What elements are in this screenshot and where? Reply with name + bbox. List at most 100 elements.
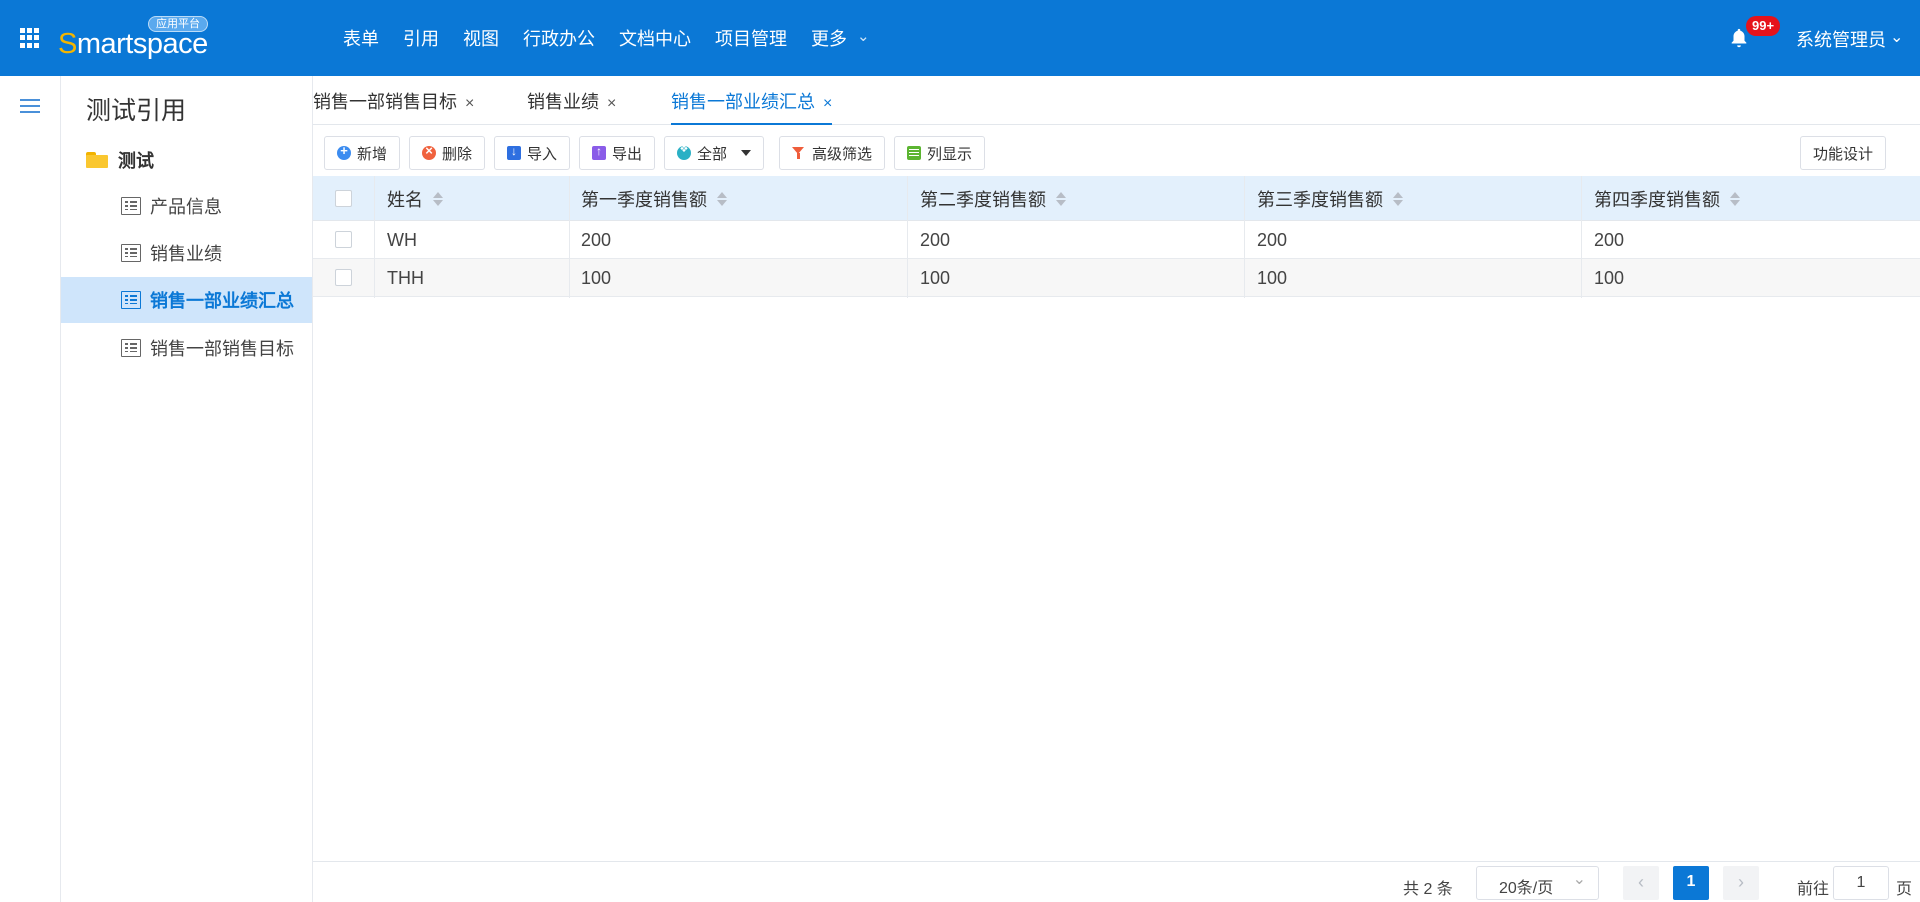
column-divider xyxy=(1244,176,1245,298)
tree-item-label: 销售一部业绩汇总 xyxy=(150,291,294,311)
sort-icon[interactable] xyxy=(1392,191,1404,207)
cell-q4: 100 xyxy=(1594,267,1625,288)
cell-q1: 100 xyxy=(581,267,612,288)
column-header-q1[interactable]: 第一季度销售额 xyxy=(581,176,728,221)
add-label: 新增 xyxy=(357,145,388,163)
cell-q3: 200 xyxy=(1257,229,1288,250)
toolbar: 新增 删除 导入 导出 全部 高级筛选 列显示 功能设计 xyxy=(313,136,1920,174)
column-title: 姓名 xyxy=(387,189,423,210)
sort-icon[interactable] xyxy=(432,191,444,207)
table-row[interactable]: WH 200 200 200 200 xyxy=(313,221,1920,259)
tree-item-label: 产品信息 xyxy=(150,197,222,217)
list-icon xyxy=(121,197,141,215)
column-header-q2[interactable]: 第二季度销售额 xyxy=(920,176,1067,221)
tab-dept1-targets[interactable]: 销售一部销售目标 × xyxy=(313,88,474,125)
tab-sales-performance[interactable]: 销售业绩 × xyxy=(527,88,616,125)
nav-item-view[interactable]: 视图 xyxy=(463,25,499,51)
top-nav: 表单 引用 视图 行政办公 文档中心 项目管理 更多 xyxy=(343,0,894,76)
scope-icon xyxy=(677,144,691,160)
column-divider xyxy=(1581,176,1582,298)
nav-item-document-center[interactable]: 文档中心 xyxy=(619,25,691,51)
apps-grid-icon[interactable] xyxy=(20,28,40,48)
nav-item-form[interactable]: 表单 xyxy=(343,25,379,51)
function-design-label: 功能设计 xyxy=(1813,145,1874,163)
tree-item-label: 销售一部销售目标 xyxy=(150,339,294,359)
logo[interactable]: Smartspace 应用平台 xyxy=(58,16,208,62)
cell-q3: 100 xyxy=(1257,267,1288,288)
nav-item-admin-office[interactable]: 行政办公 xyxy=(523,25,595,51)
column-header-name[interactable]: 姓名 xyxy=(387,176,444,221)
column-divider xyxy=(569,176,570,298)
column-divider xyxy=(907,176,908,298)
tab-bar: 销售一部销售目标 × 销售业绩 × 销售一部业绩汇总 × xyxy=(313,76,1920,125)
column-display-label: 列显示 xyxy=(927,145,973,163)
sort-icon[interactable] xyxy=(1055,191,1067,207)
page-button-current[interactable]: 1 xyxy=(1673,866,1709,900)
tree-title: 测试引用 xyxy=(86,97,187,125)
filter-icon xyxy=(792,146,806,160)
cell-q2: 100 xyxy=(920,267,951,288)
row-checkbox[interactable] xyxy=(335,231,352,248)
cell-name: WH xyxy=(387,229,417,250)
import-label: 导入 xyxy=(527,145,558,163)
goto-label: 前往 xyxy=(1797,881,1830,898)
list-icon xyxy=(121,291,141,309)
column-title: 第二季度销售额 xyxy=(920,189,1046,210)
tree-item-product-info[interactable]: 产品信息 xyxy=(61,183,312,229)
column-display-button[interactable]: 列显示 xyxy=(894,136,986,170)
scope-select[interactable]: 全部 xyxy=(664,136,765,170)
cell-q4: 200 xyxy=(1594,229,1625,250)
tree-item-dept1-summary[interactable]: 销售一部业绩汇总 xyxy=(61,277,312,323)
close-icon[interactable]: × xyxy=(465,95,474,112)
table-row[interactable]: THH 100 100 100 100 xyxy=(313,259,1920,297)
collapse-rail xyxy=(0,76,61,902)
table-header: 姓名 第一季度销售额 第二季度销售额 第三季度销售额 第四季度销售额 xyxy=(313,176,1920,221)
row-checkbox[interactable] xyxy=(335,269,352,286)
page-size-select[interactable]: 20条/页 xyxy=(1476,866,1599,900)
delete-icon xyxy=(422,143,436,160)
export-button[interactable]: 导出 xyxy=(579,136,656,170)
tab-label: 销售一部业绩汇总 xyxy=(671,92,815,112)
close-icon[interactable]: × xyxy=(823,95,832,112)
list-icon xyxy=(121,339,141,357)
add-button[interactable]: 新增 xyxy=(324,136,401,170)
cell-name: THH xyxy=(387,267,424,288)
delete-button[interactable]: 删除 xyxy=(409,136,486,170)
goto-unit: 页 xyxy=(1896,881,1913,898)
folder-icon xyxy=(86,152,108,168)
prev-page-button[interactable]: ‹ xyxy=(1623,866,1659,900)
nav-item-more[interactable]: 更多 xyxy=(811,25,870,51)
tree-item-dept1-targets[interactable]: 销售一部销售目标 xyxy=(61,325,312,371)
column-header-q3[interactable]: 第三季度销售额 xyxy=(1257,176,1404,221)
cell-q1: 200 xyxy=(581,229,612,250)
tab-dept1-summary[interactable]: 销售一部业绩汇总 × xyxy=(671,88,833,125)
caret-down-icon xyxy=(741,150,752,156)
sort-icon[interactable] xyxy=(1729,191,1741,207)
select-all-checkbox[interactable] xyxy=(335,190,352,207)
pagination: 共 2 条 20条/页 ‹ 1 › 前往 1 页 xyxy=(313,861,1920,902)
next-page-button[interactable]: › xyxy=(1723,866,1759,900)
advanced-filter-button[interactable]: 高级筛选 xyxy=(779,136,886,170)
cell-q2: 200 xyxy=(920,229,951,250)
advanced-filter-label: 高级筛选 xyxy=(812,145,873,163)
nav-item-reference[interactable]: 引用 xyxy=(403,25,439,51)
column-title: 第一季度销售额 xyxy=(581,189,707,210)
folder-label: 测试 xyxy=(118,151,154,171)
tree-item-sales-performance[interactable]: 销售业绩 xyxy=(61,230,312,276)
user-menu[interactable]: 系统管理员 xyxy=(1796,26,1903,52)
function-design-button[interactable]: 功能设计 xyxy=(1800,136,1887,170)
close-icon[interactable]: × xyxy=(607,95,616,112)
nav-item-project-management[interactable]: 项目管理 xyxy=(715,25,787,51)
delete-label: 删除 xyxy=(442,145,473,163)
import-button[interactable]: 导入 xyxy=(494,136,571,170)
menu-toggle-icon[interactable] xyxy=(20,99,40,113)
column-header-q4[interactable]: 第四季度销售额 xyxy=(1594,176,1741,221)
column-divider xyxy=(374,176,375,298)
goto-page-input[interactable]: 1 xyxy=(1833,866,1889,900)
notification-count-badge: 99+ xyxy=(1746,16,1781,36)
tree-item-label: 销售业绩 xyxy=(150,244,222,264)
tree-folder[interactable]: 测试 xyxy=(86,145,154,175)
export-label: 导出 xyxy=(612,145,643,163)
export-icon xyxy=(592,144,606,160)
sort-icon[interactable] xyxy=(716,191,728,207)
